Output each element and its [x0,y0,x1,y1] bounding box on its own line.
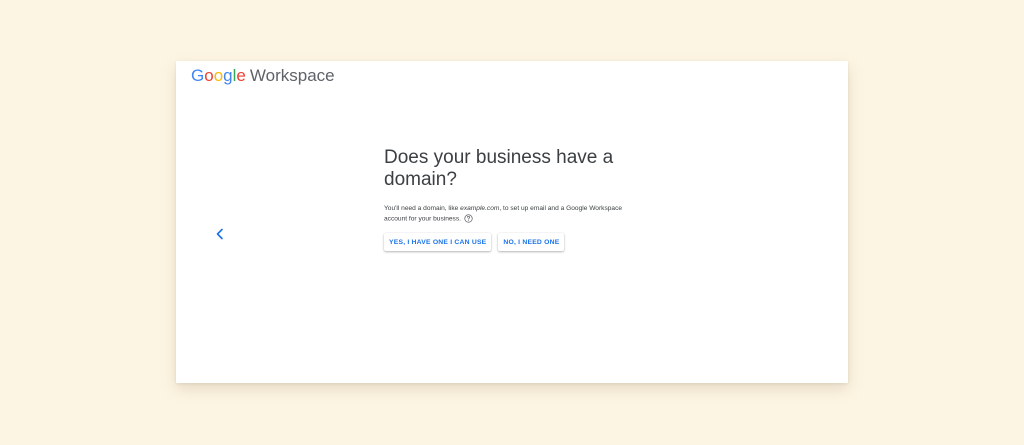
domain-description: You'll need a domain, like example.com, … [384,204,629,224]
back-button[interactable] [212,226,228,242]
chevron-left-icon [216,228,223,240]
page-title: Does your business have a domain? [384,147,614,190]
question-section: Does your business have a domain? You'll… [384,147,644,252]
setup-card: Google Workspace Does your business have … [176,61,848,383]
logo-letter: o [213,66,224,85]
yes-have-domain-button[interactable]: YES, I HAVE ONE I CAN USE [384,233,492,252]
example-domain: example.com [460,205,500,212]
answer-buttons: YES, I HAVE ONE I CAN USE NO, I NEED ONE [384,233,644,252]
no-need-domain-button[interactable]: NO, I NEED ONE [498,233,565,252]
help-circle-icon[interactable] [464,214,473,223]
description-text: You'll need a domain, like [384,205,461,212]
logo-letter: o [204,66,214,85]
logo-letter: g [223,66,233,85]
logo-letter: G [191,66,205,85]
logo-letter: e [236,66,246,85]
google-workspace-logo: Google Workspace [191,66,335,86]
logo-product-name: Workspace [249,66,335,85]
